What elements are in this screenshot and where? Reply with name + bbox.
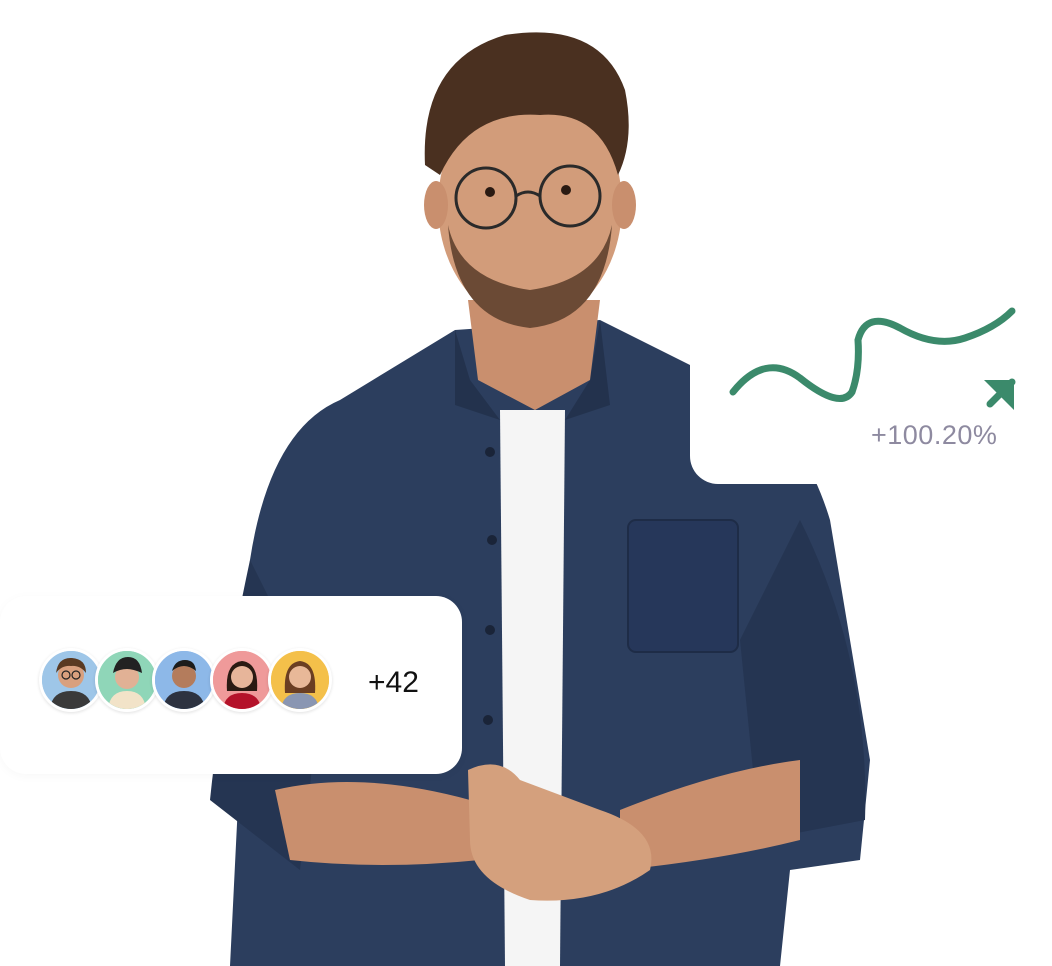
growth-line	[729, 307, 1016, 402]
avatar-2[interactable]	[95, 648, 159, 712]
growth-percentage: +100.20%	[871, 420, 998, 450]
growth-chart	[729, 307, 1016, 410]
arrow-up-right-icon	[984, 378, 1016, 410]
avatar-1[interactable]	[39, 648, 103, 712]
avatars-count: +42	[368, 666, 419, 699]
avatar-3[interactable]	[152, 648, 216, 712]
avatar-4[interactable]	[210, 648, 274, 712]
avatar-5[interactable]	[268, 648, 332, 712]
